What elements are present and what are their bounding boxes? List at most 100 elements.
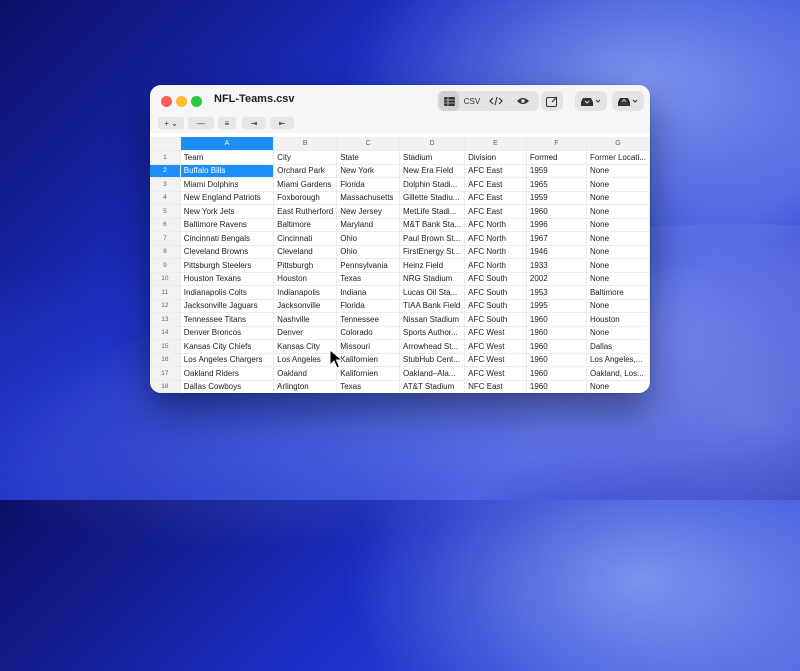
table-cell[interactable]: None — [586, 258, 650, 273]
table-cell[interactable]: Texas — [336, 380, 400, 393]
row-number[interactable]: 7 — [150, 231, 181, 246]
table-cell[interactable]: Baltimore — [273, 218, 338, 232]
table-cell[interactable]: 1946 — [526, 245, 587, 259]
table-cell[interactable]: 1960 — [526, 366, 587, 381]
move-column-right-button[interactable]: ⇤ — [270, 117, 294, 129]
table-cell[interactable]: Pennsylvania — [336, 258, 400, 273]
table-cell[interactable]: 1996 — [526, 218, 587, 232]
table-cell[interactable]: AFC South — [464, 285, 527, 300]
preview-button[interactable] — [511, 91, 535, 111]
table-cell[interactable]: 1960 — [526, 339, 587, 354]
table-cell[interactable]: AFC North — [464, 258, 527, 273]
table-cell[interactable]: Massachusetts — [336, 191, 400, 205]
table-cell[interactable]: Baltimore — [586, 285, 650, 300]
table-cell[interactable]: Nashville — [273, 312, 338, 327]
row-number[interactable]: 11 — [150, 285, 181, 300]
table-cell[interactable]: Orchard Park — [273, 164, 338, 178]
table-cell[interactable]: NFC East — [464, 380, 527, 393]
table-cell[interactable]: 1933 — [526, 258, 587, 273]
table-cell[interactable]: Houston — [273, 272, 338, 286]
table-cell[interactable]: New Era Field — [399, 164, 466, 178]
table-cell[interactable]: Kalifornien — [336, 366, 400, 381]
row-number[interactable]: 3 — [150, 177, 181, 192]
table-cell[interactable]: New England Patriots — [180, 191, 275, 205]
table-cell[interactable]: TIAA Bank Field — [399, 299, 466, 313]
table-cell[interactable]: New York — [336, 164, 400, 178]
row-number[interactable]: 10 — [150, 272, 181, 286]
table-cell[interactable]: Florida — [336, 177, 400, 192]
add-row-button[interactable]: + ⌄ — [158, 117, 184, 129]
table-cell[interactable]: None — [586, 380, 650, 393]
table-cell[interactable]: 1959 — [526, 191, 587, 205]
column-header[interactable]: G — [586, 137, 650, 151]
table-cell[interactable]: AFC West — [464, 339, 527, 354]
table-cell[interactable]: Formed — [526, 150, 587, 165]
table-cell[interactable]: Jacksonville — [273, 299, 338, 313]
row-number[interactable]: 17 — [150, 366, 181, 381]
table-cell[interactable]: Kansas City Chiefs — [180, 339, 275, 354]
column-header[interactable]: B — [273, 137, 338, 151]
table-cell[interactable]: 1995 — [526, 299, 587, 313]
table-cell[interactable]: 1960 — [526, 326, 587, 340]
table-cell[interactable]: Foxborough — [273, 191, 338, 205]
table-cell[interactable]: Arrowhead St... — [399, 339, 466, 354]
table-cell[interactable]: M&T Bank Sta... — [399, 218, 466, 232]
table-cell[interactable]: Maryland — [336, 218, 400, 232]
table-cell[interactable]: 1967 — [526, 231, 587, 246]
table-cell[interactable]: AFC North — [464, 218, 527, 232]
column-header[interactable]: F — [526, 137, 587, 151]
table-cell[interactable]: Florida — [336, 299, 400, 313]
table-cell[interactable]: Oakland, Los... — [586, 366, 650, 381]
table-cell[interactable]: AFC South — [464, 299, 527, 313]
table-cell[interactable]: Cleveland — [273, 245, 338, 259]
row-number[interactable]: 12 — [150, 299, 181, 313]
table-cell[interactable]: Oakland–Ala... — [399, 366, 466, 381]
column-header[interactable]: E — [464, 137, 527, 151]
table-cell[interactable]: New Jersey — [336, 204, 400, 219]
minimize-button[interactable] — [176, 96, 187, 107]
table-cell[interactable]: None — [586, 299, 650, 313]
table-cell[interactable]: Indianapolis Colts — [180, 285, 275, 300]
table-cell[interactable]: Los Angeles Chargers — [180, 353, 275, 367]
table-cell[interactable]: Ohio — [336, 245, 400, 259]
table-cell[interactable]: StubHub Cent... — [399, 353, 466, 367]
row-number[interactable]: 5 — [150, 204, 181, 219]
table-cell[interactable]: Cincinnati Bengals — [180, 231, 275, 246]
table-cell[interactable]: Nissan Stadium — [399, 312, 466, 327]
table-cell[interactable]: AFC West — [464, 353, 527, 367]
table-cell[interactable]: None — [586, 191, 650, 205]
table-cell[interactable]: MetLife Stadi... — [399, 204, 466, 219]
row-number[interactable]: 6 — [150, 218, 181, 232]
table-cell[interactable]: Gillette Stadiu... — [399, 191, 466, 205]
table-cell[interactable]: Tennessee Titans — [180, 312, 275, 327]
table-cell[interactable]: Team — [180, 150, 275, 165]
edit-button[interactable] — [541, 91, 563, 111]
maximize-button[interactable] — [191, 96, 202, 107]
table-cell[interactable]: State — [336, 150, 400, 165]
table-cell[interactable]: 2002 — [526, 272, 587, 286]
table-cell[interactable]: Kalifornien — [336, 353, 400, 367]
row-number[interactable]: 16 — [150, 353, 181, 367]
table-cell[interactable]: New York Jets — [180, 204, 275, 219]
table-cell[interactable]: East Rutherford — [273, 204, 338, 219]
table-cell[interactable]: None — [586, 245, 650, 259]
table-cell[interactable]: Tennessee — [336, 312, 400, 327]
table-cell[interactable]: Buffalo Bills — [180, 164, 275, 178]
table-cell[interactable]: AFC East — [464, 191, 527, 205]
table-cell[interactable]: Pittsburgh — [273, 258, 338, 273]
table-cell[interactable]: 1960 — [526, 353, 587, 367]
table-cell[interactable]: Houston — [586, 312, 650, 327]
row-number[interactable]: 1 — [150, 150, 181, 165]
table-cell[interactable]: NRG Stadium — [399, 272, 466, 286]
grid-view-button[interactable] — [439, 91, 459, 111]
table-cell[interactable]: Kansas City — [273, 339, 338, 354]
export-button[interactable] — [612, 91, 644, 111]
table-cell[interactable]: Former Locati... — [586, 150, 650, 165]
table-cell[interactable]: Los Angeles,... — [586, 353, 650, 367]
table-cell[interactable]: Stadium — [399, 150, 466, 165]
table-cell[interactable]: AFC North — [464, 231, 527, 246]
table-cell[interactable]: Texas — [336, 272, 400, 286]
corner-cell[interactable] — [150, 137, 181, 151]
table-cell[interactable]: AFC East — [464, 177, 527, 192]
csv-view-button[interactable]: CSV — [461, 91, 483, 111]
